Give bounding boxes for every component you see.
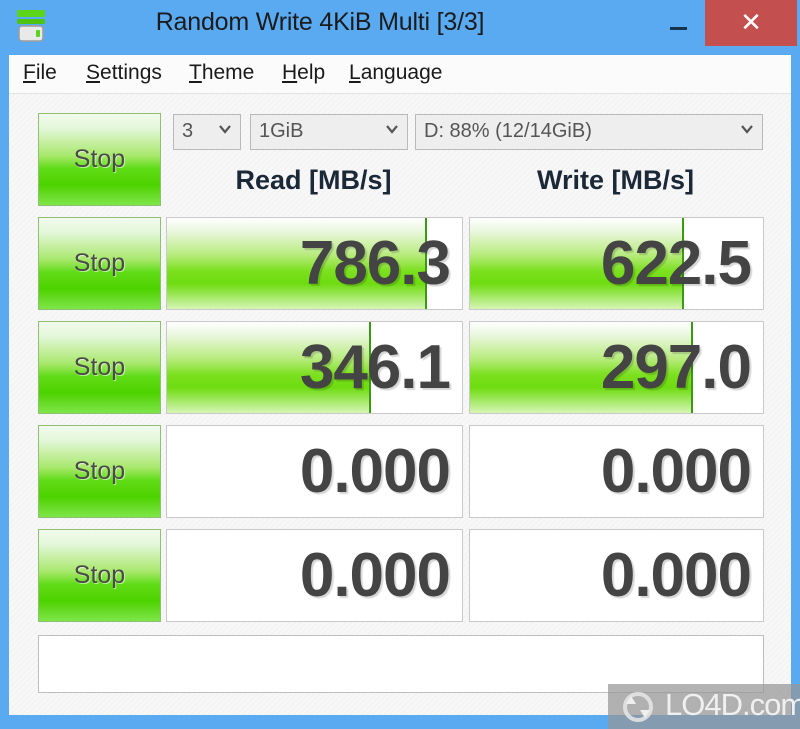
minimize-button[interactable] (658, 0, 710, 46)
read-column-header: Read [MB/s] (235, 165, 392, 195)
watermark-text: LO4D.com (665, 687, 800, 722)
menu-item-language[interactable]: Language (349, 61, 442, 85)
stop-button-row-1[interactable]: Stop (38, 217, 161, 310)
menu-item-help[interactable]: Help (282, 61, 325, 85)
close-button[interactable]: ✕ (705, 0, 797, 46)
test-size-dropdown[interactable]: 1GiB (250, 114, 408, 150)
menu-bar: File Settings Theme Help Language (9, 55, 791, 94)
write-result-row-3: 0.000 (469, 425, 764, 518)
read-value: 786.3 (299, 229, 451, 298)
stop-button-row-2[interactable]: Stop (38, 321, 161, 414)
client-area: File Settings Theme Help Language Stop 3… (9, 55, 791, 715)
menu-item-settings[interactable]: Settings (86, 61, 162, 85)
chevron-down-icon (217, 121, 233, 137)
write-column-header: Write [MB/s] (536, 165, 694, 195)
stop-label: Stop (73, 456, 126, 485)
stop-button-row-4[interactable]: Stop (38, 529, 161, 622)
read-value: 0.000 (299, 437, 451, 506)
chevron-down-icon (384, 121, 400, 137)
read-result-row-4: 0.000 (166, 529, 463, 622)
title-bar: Random Write 4KiB Multi [3/3] ✕ (0, 0, 800, 55)
watermark: LO4D.com (608, 684, 800, 729)
read-result-row-1: 786.3 (166, 217, 463, 310)
target-drive-dropdown[interactable]: D: 88% (12/14GiB) (415, 114, 763, 150)
test-size-value: 1GiB (259, 120, 304, 142)
write-result-row-1: 622.5 (469, 217, 764, 310)
test-count-dropdown[interactable]: 3 (173, 114, 241, 150)
menu-item-file[interactable]: File (23, 61, 57, 85)
write-value: 0.000 (600, 437, 752, 506)
read-result-row-2: 346.1 (166, 321, 463, 414)
circular-arrows-icon (614, 690, 662, 724)
stop-label: Stop (73, 352, 126, 381)
read-value: 0.000 (299, 541, 451, 610)
stop-label: Stop (73, 248, 126, 277)
target-drive-value: D: 88% (12/14GiB) (424, 120, 592, 142)
test-count-value: 3 (182, 120, 194, 142)
menu-item-theme[interactable]: Theme (189, 61, 254, 85)
write-value: 297.0 (600, 333, 752, 402)
close-icon: ✕ (740, 7, 762, 37)
chevron-down-icon (739, 121, 755, 137)
application-window: Random Write 4KiB Multi [3/3] ✕ File Set… (0, 0, 800, 729)
stop-label: Stop (73, 560, 126, 589)
minimize-icon (670, 27, 687, 30)
write-result-row-4: 0.000 (469, 529, 764, 622)
read-result-row-3: 0.000 (166, 425, 463, 518)
stop-button-row-3[interactable]: Stop (38, 425, 161, 518)
stop-all-button[interactable]: Stop (38, 113, 161, 206)
write-value: 622.5 (600, 229, 752, 298)
write-result-row-2: 297.0 (469, 321, 764, 414)
read-value: 346.1 (299, 333, 451, 402)
stop-all-label: Stop (73, 144, 126, 173)
write-value: 0.000 (600, 541, 752, 610)
